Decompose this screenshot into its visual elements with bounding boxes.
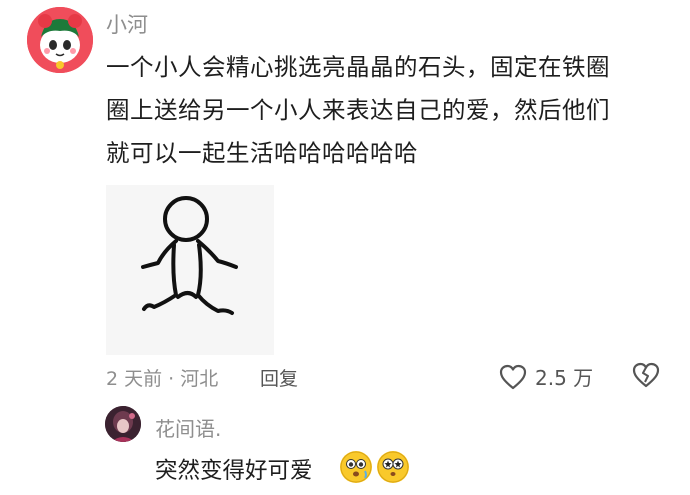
like-count: 2.5 万 bbox=[535, 366, 594, 390]
sparkle-eyes-emoji-icon bbox=[340, 451, 372, 483]
like-button[interactable]: 2.5 万 bbox=[499, 362, 593, 391]
comment-username[interactable]: 小河 bbox=[106, 9, 148, 39]
stick-figure-sticker[interactable] bbox=[106, 185, 274, 355]
comment-time-location: 2 天前 · 河北 bbox=[106, 368, 219, 390]
star-eyes-emoji-icon bbox=[377, 451, 409, 483]
broken-heart-icon bbox=[632, 362, 660, 388]
comment-line: 圈上送给另一个小人来表达自己的爱，然后他们 bbox=[106, 96, 610, 124]
comment-line: 一个小人会精心挑选亮晶晶的石头，固定在铁圈 bbox=[106, 53, 610, 81]
comment-line: 就可以一起生活哈哈哈哈哈哈 bbox=[106, 139, 418, 167]
dislike-button[interactable] bbox=[632, 362, 660, 392]
comment-body: 一个小人会精心挑选亮晶晶的石头，固定在铁圈 圈上送给另一个小人来表达自己的爱，然… bbox=[106, 46, 666, 175]
reply-text: 突然变得好可爱 bbox=[155, 458, 313, 484]
user-avatar[interactable] bbox=[27, 7, 93, 73]
reply-user-avatar[interactable] bbox=[105, 406, 141, 442]
reply-button[interactable]: 回复 bbox=[260, 364, 298, 391]
heart-outline-icon bbox=[499, 364, 527, 389]
reply-username[interactable]: 花间语. bbox=[155, 413, 221, 442]
